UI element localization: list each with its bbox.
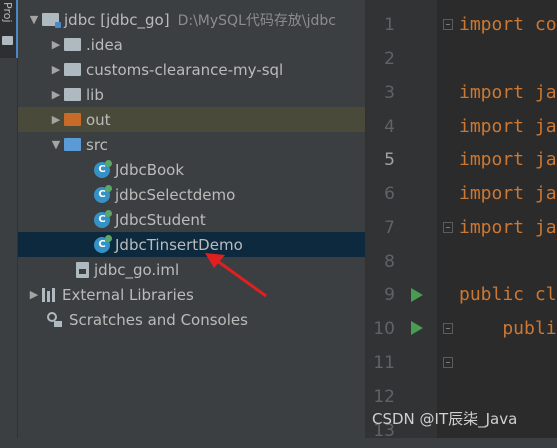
watermark: CSDN @IT辰柒_Java: [372, 410, 518, 428]
annotation-arrow: [205, 253, 267, 298]
